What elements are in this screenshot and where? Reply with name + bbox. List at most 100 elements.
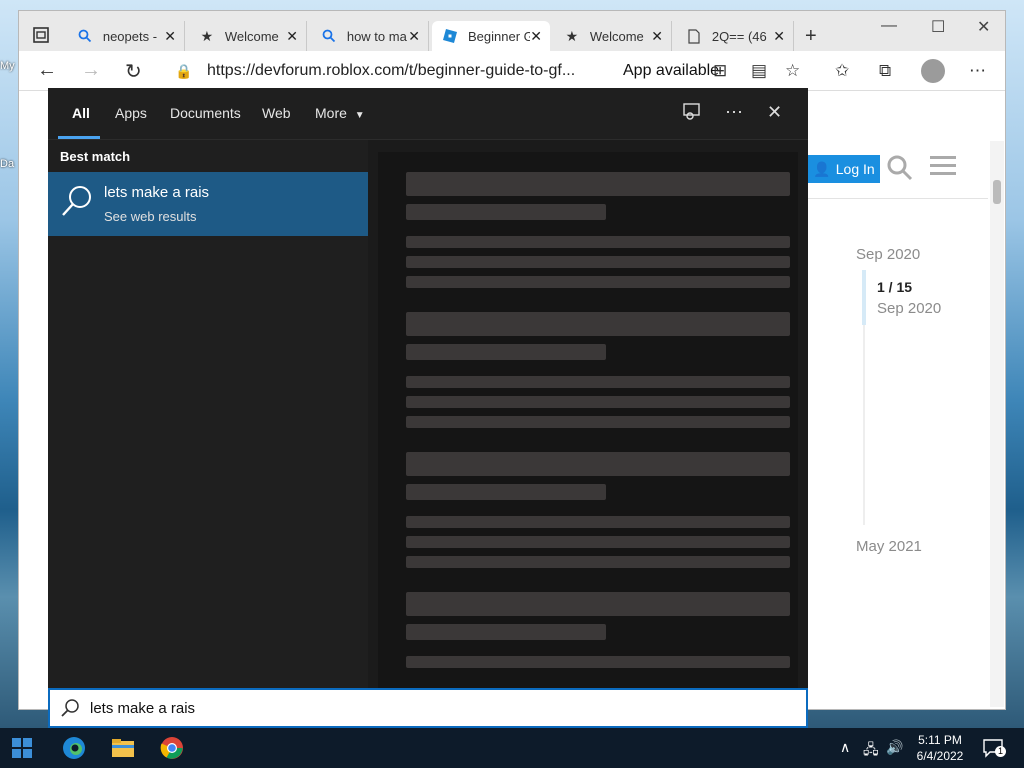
skeleton-line (406, 172, 790, 196)
star-icon: ★ (200, 27, 214, 44)
tab-how-to[interactable]: how to ma ✕ (311, 21, 429, 51)
desktop-icon-label[interactable]: Da (0, 158, 14, 170)
skeleton-line (406, 484, 606, 500)
file-explorer-icon[interactable] (111, 736, 135, 760)
clock-date: 6/4/2022 (916, 749, 964, 763)
search-icon (321, 28, 337, 44)
desktop-icon-label[interactable]: My (0, 60, 15, 72)
search-box[interactable] (48, 688, 808, 728)
close-icon[interactable]: ✕ (773, 28, 785, 45)
refresh-icon[interactable]: ↻ (125, 59, 142, 84)
volume-icon[interactable]: 🔊 (886, 739, 903, 756)
feedback-icon[interactable] (682, 102, 702, 127)
tab-more[interactable]: More ▼ (315, 105, 365, 121)
close-icon[interactable]: ✕ (530, 28, 542, 45)
chrome-icon[interactable] (160, 736, 184, 760)
search-icon[interactable] (886, 154, 914, 189)
tab-title: Welcome (224, 28, 279, 44)
address-bar[interactable]: 🔒 https://devforum.roblox.com/t/beginner… (165, 56, 805, 86)
skeleton-line (406, 312, 790, 336)
skeleton-line (406, 536, 790, 548)
tab-title: 2Q== (46 (711, 28, 767, 44)
tab-welcome-1[interactable]: ★ Welcome ✕ (189, 21, 307, 51)
url-text[interactable]: https://devforum.roblox.com/t/beginner-g… (207, 62, 607, 80)
skeleton-line (406, 344, 606, 360)
tab-neopets[interactable]: neopets - ✕ (67, 21, 185, 51)
window-close-icon[interactable]: ✕ (977, 17, 990, 37)
notification-center-icon[interactable]: 1 (982, 738, 1006, 758)
skeleton-line (406, 656, 790, 668)
search-filter-tabs: All Apps Documents Web More ▼ ⋯ ✕ (48, 88, 808, 140)
skeleton-line (406, 236, 790, 248)
timeline-track[interactable] (863, 325, 865, 525)
star-icon: ★ (565, 27, 579, 44)
best-match-item[interactable]: lets make a rais See web results (48, 172, 368, 236)
login-button[interactable]: 👤 Log In (808, 155, 880, 183)
collections-icon[interactable]: ⧉ (879, 61, 891, 81)
skeleton-line (406, 452, 790, 476)
search-icon (77, 28, 93, 44)
app-available-label[interactable]: App available (623, 62, 719, 80)
close-icon[interactable]: ✕ (286, 28, 298, 45)
tab-all[interactable]: All (72, 105, 90, 121)
address-bar-row: ← → ↻ 🔒 https://devforum.roblox.com/t/be… (19, 51, 1005, 91)
skeleton-line (406, 516, 790, 528)
lock-icon[interactable]: 🔒 (175, 63, 195, 80)
add-favorite-icon[interactable]: ☆ (785, 61, 800, 81)
scrollbar-thumb[interactable] (993, 180, 1001, 204)
maximize-icon[interactable]: ☐ (931, 17, 945, 37)
more-options-icon[interactable]: ⋯ (969, 61, 986, 81)
close-icon[interactable]: ✕ (767, 102, 782, 123)
tab-more-label: More (315, 105, 347, 121)
more-options-icon[interactable]: ⋯ (725, 102, 743, 123)
system-clock[interactable]: 5:11 PM 6/4/2022 (910, 732, 970, 764)
back-icon[interactable]: ← (37, 59, 57, 82)
skeleton-line (406, 256, 790, 268)
search-icon (62, 186, 91, 216)
tab-documents[interactable]: Documents (170, 105, 241, 121)
close-icon[interactable]: ✕ (651, 28, 663, 45)
results-list: Best match lets make a rais See web resu… (48, 140, 368, 688)
tab-apps[interactable]: Apps (115, 105, 147, 121)
skeleton-line (406, 276, 790, 288)
chevron-up-icon[interactable]: ∧ (840, 739, 850, 756)
header-divider (808, 198, 988, 199)
reader-mode-icon[interactable]: ▤ (751, 61, 767, 81)
tab-web[interactable]: Web (262, 105, 291, 121)
best-match-heading: Best match (60, 149, 131, 164)
new-tab-icon[interactable]: + (805, 25, 817, 48)
app-install-icon[interactable]: ⊞ (713, 61, 727, 81)
tab-2q[interactable]: 2Q== (46 ✕ (676, 21, 794, 51)
tab-beginner-guide[interactable]: Beginner G ✕ (432, 21, 550, 51)
skeleton-line (406, 624, 606, 640)
best-match-subtitle: See web results (104, 209, 197, 224)
post-counter: 1 / 15 (877, 279, 913, 295)
windows-start-icon[interactable] (12, 738, 32, 758)
tab-welcome-2[interactable]: ★ Welcome ✕ (554, 21, 672, 51)
tab-actions-icon[interactable] (29, 23, 53, 47)
edge-icon[interactable] (62, 736, 86, 760)
timeline-start-date[interactable]: Sep 2020 (856, 246, 920, 263)
skeleton-line (406, 204, 606, 220)
timeline-end-date[interactable]: May 2021 (856, 538, 922, 555)
roblox-icon (442, 28, 458, 44)
profile-avatar[interactable] (921, 59, 945, 83)
network-icon[interactable]: 🖧 (863, 739, 879, 763)
skeleton-line (406, 556, 790, 568)
taskbar: ∧ 🖧 🔊 5:11 PM 6/4/2022 1 (0, 728, 1024, 768)
timeline-handle[interactable] (862, 270, 866, 325)
preview-pane (368, 140, 808, 692)
close-icon[interactable]: ✕ (164, 28, 176, 45)
search-input[interactable] (90, 699, 770, 717)
page-icon (686, 28, 702, 44)
minimize-icon[interactable]: — (881, 17, 897, 35)
tab-title: Welcome (589, 28, 644, 44)
clock-time: 5:11 PM (918, 733, 962, 747)
page-scrollbar[interactable] (990, 141, 1004, 707)
login-label: Log In (835, 161, 875, 177)
hamburger-menu-icon[interactable] (930, 154, 956, 185)
close-icon[interactable]: ✕ (408, 28, 420, 45)
user-icon: 👤 (813, 160, 831, 177)
forward-icon[interactable]: → (81, 59, 101, 82)
favorites-icon[interactable]: ✩ (835, 61, 849, 81)
